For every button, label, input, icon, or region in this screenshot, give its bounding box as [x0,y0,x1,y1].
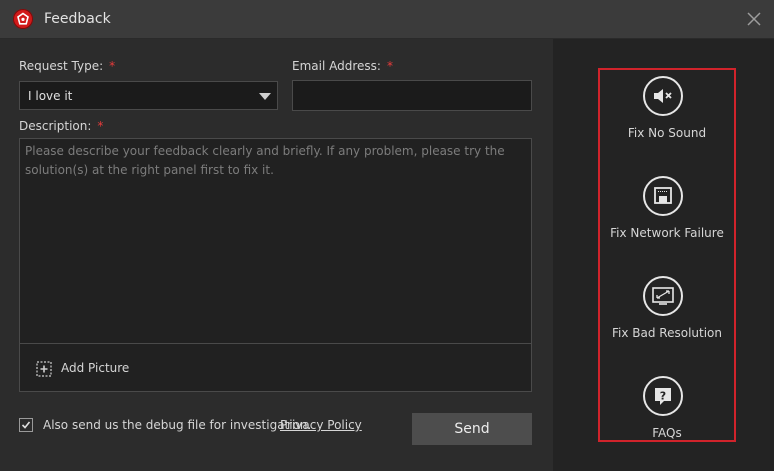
fix-bad-resolution-label: Fix Bad Resolution [612,326,722,340]
debug-checkbox[interactable] [19,418,33,432]
svg-text:?: ? [660,390,666,403]
request-type-value: I love it [28,89,73,103]
fix-no-sound-label: Fix No Sound [627,126,707,140]
monitor-resolution-icon [643,276,683,316]
fix-network-failure-label: Fix Network Failure [610,226,724,240]
window-title: Feedback [44,11,111,27]
add-image-icon [36,361,52,377]
app-logo-icon [13,9,33,29]
chevron-down-icon [259,93,271,100]
question-icon: ? [643,376,683,416]
privacy-policy-link[interactable]: Privacy Policy [280,418,362,432]
faqs-button[interactable]: ? FAQs [600,376,738,450]
send-button[interactable]: Send [412,413,532,445]
debug-checkbox-label: Also send us the debug file for investig… [43,418,312,432]
required-mark: * [97,119,104,133]
faqs-label: FAQs [652,426,682,440]
required-mark: * [386,59,393,73]
required-mark: * [109,59,116,73]
email-label: Email Address: * [292,59,393,73]
description-box: Add Picture [19,138,532,392]
checkmark-icon [21,421,31,429]
close-icon[interactable] [744,9,764,29]
email-field[interactable] [292,80,532,111]
description-label: Description: * [19,119,104,133]
fix-no-sound-button[interactable]: Fix No Sound [600,76,738,150]
title-bar: Feedback [0,0,774,39]
quick-fix-frame: Fix No Sound Fix Network Failure Fix Bad… [598,68,736,442]
network-port-icon [643,176,683,216]
request-type-select[interactable]: I love it [19,81,278,110]
fix-network-failure-button[interactable]: Fix Network Failure [600,176,738,250]
add-picture-label: Add Picture [61,361,130,375]
divider [20,343,531,344]
request-type-label: Request Type: * [19,59,116,73]
speaker-mute-icon [643,76,683,116]
fix-bad-resolution-button[interactable]: Fix Bad Resolution [600,276,738,350]
description-textarea[interactable] [20,139,531,343]
